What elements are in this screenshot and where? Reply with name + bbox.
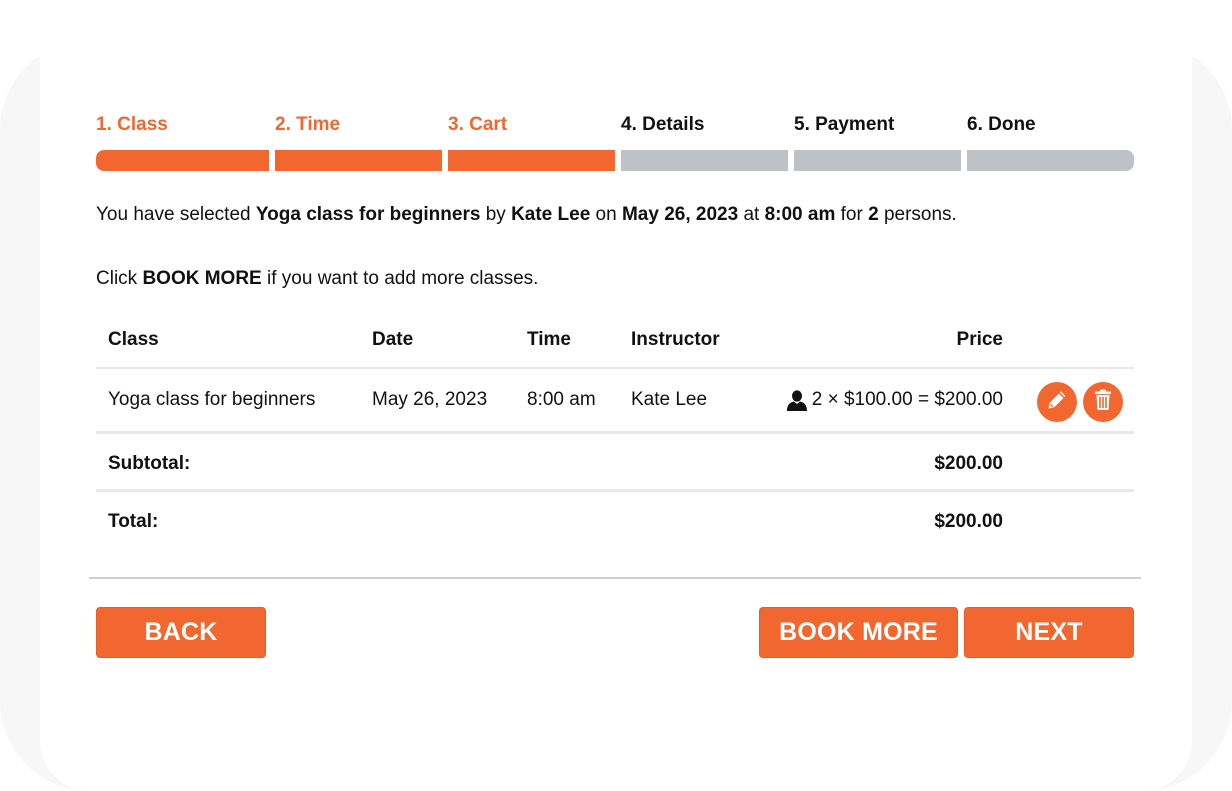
cart-table: Class Date Time Instructor Price Yoga cl… xyxy=(96,310,1134,548)
footer-divider xyxy=(89,577,1141,579)
summary-text: by xyxy=(480,204,512,225)
step-label: 5. Payment xyxy=(794,114,895,135)
summary-text: at xyxy=(738,204,765,225)
row-time: 8:00 am xyxy=(527,389,596,410)
summary-text: on xyxy=(590,204,622,225)
step-time: 2. Time xyxy=(275,114,442,172)
header-class: Class xyxy=(108,329,159,350)
hint-text: Click xyxy=(96,268,143,289)
hint-text: if you want to add more classes. xyxy=(261,268,539,289)
book-more-hint: Click BOOK MORE if you want to add more … xyxy=(96,268,538,290)
book-more-button[interactable]: BOOK MORE xyxy=(759,607,958,658)
step-label: 2. Time xyxy=(275,114,341,135)
row-price: 2 × $100.00 = $200.00 xyxy=(786,389,1003,411)
step-class: 1. Class xyxy=(96,114,269,172)
step-label: 1. Class xyxy=(96,114,168,135)
progress-steps: 1. Class 2. Time 3. Cart 4. Details 5. P… xyxy=(96,114,1134,172)
table-header: Class Date Time Instructor Price xyxy=(96,310,1134,369)
total-label: Total: xyxy=(108,511,159,532)
summary-time: 8:00 am xyxy=(764,204,836,225)
row-price-text: 2 × $100.00 = $200.00 xyxy=(811,389,1003,410)
subtotal-value: $200.00 xyxy=(934,453,1003,474)
row-date: May 26, 2023 xyxy=(372,389,488,410)
next-button[interactable]: NEXT xyxy=(964,607,1134,658)
step-bar xyxy=(967,150,1134,171)
step-cart: 3. Cart xyxy=(448,114,615,172)
step-label: 4. Details xyxy=(621,114,705,135)
delete-button[interactable] xyxy=(1083,382,1123,422)
step-bar xyxy=(96,150,269,171)
total-row: Total: $200.00 xyxy=(96,492,1134,548)
step-payment: 5. Payment xyxy=(794,114,961,172)
edit-button[interactable] xyxy=(1037,382,1077,422)
summary-date: May 26, 2023 xyxy=(621,204,739,225)
step-bar xyxy=(275,150,442,171)
subtotal-label: Subtotal: xyxy=(108,453,191,474)
summary-text: You have selected xyxy=(96,204,256,225)
row-instructor: Kate Lee xyxy=(631,389,708,410)
step-label: 3. Cart xyxy=(448,114,508,135)
step-bar xyxy=(448,150,615,171)
step-done: 6. Done xyxy=(967,114,1134,172)
summary-text: persons. xyxy=(878,204,957,225)
back-button[interactable]: BACK xyxy=(96,607,266,658)
pencil-icon xyxy=(1046,389,1068,416)
row-class: Yoga class for beginners xyxy=(108,389,316,410)
trash-icon xyxy=(1092,388,1114,417)
summary-persons: 2 xyxy=(868,204,879,225)
selection-summary: You have selected Yoga class for beginne… xyxy=(96,204,957,226)
header-instructor: Instructor xyxy=(631,329,720,350)
subtotal-row: Subtotal: $200.00 xyxy=(96,434,1134,492)
header-price: Price xyxy=(956,329,1003,350)
total-value: $200.00 xyxy=(934,511,1003,532)
header-date: Date xyxy=(372,329,414,350)
header-time: Time xyxy=(527,329,572,350)
summary-class: Yoga class for beginners xyxy=(255,204,481,225)
row-actions xyxy=(1037,382,1123,422)
summary-text: for xyxy=(835,204,869,225)
summary-instructor: Kate Lee xyxy=(511,204,591,225)
hint-action: BOOK MORE xyxy=(142,268,262,289)
step-bar xyxy=(794,150,961,171)
step-bar xyxy=(621,150,788,171)
person-icon xyxy=(786,389,808,411)
step-label: 6. Done xyxy=(967,114,1036,135)
table-row: Yoga class for beginners May 26, 2023 8:… xyxy=(96,369,1134,434)
step-details: 4. Details xyxy=(621,114,788,172)
